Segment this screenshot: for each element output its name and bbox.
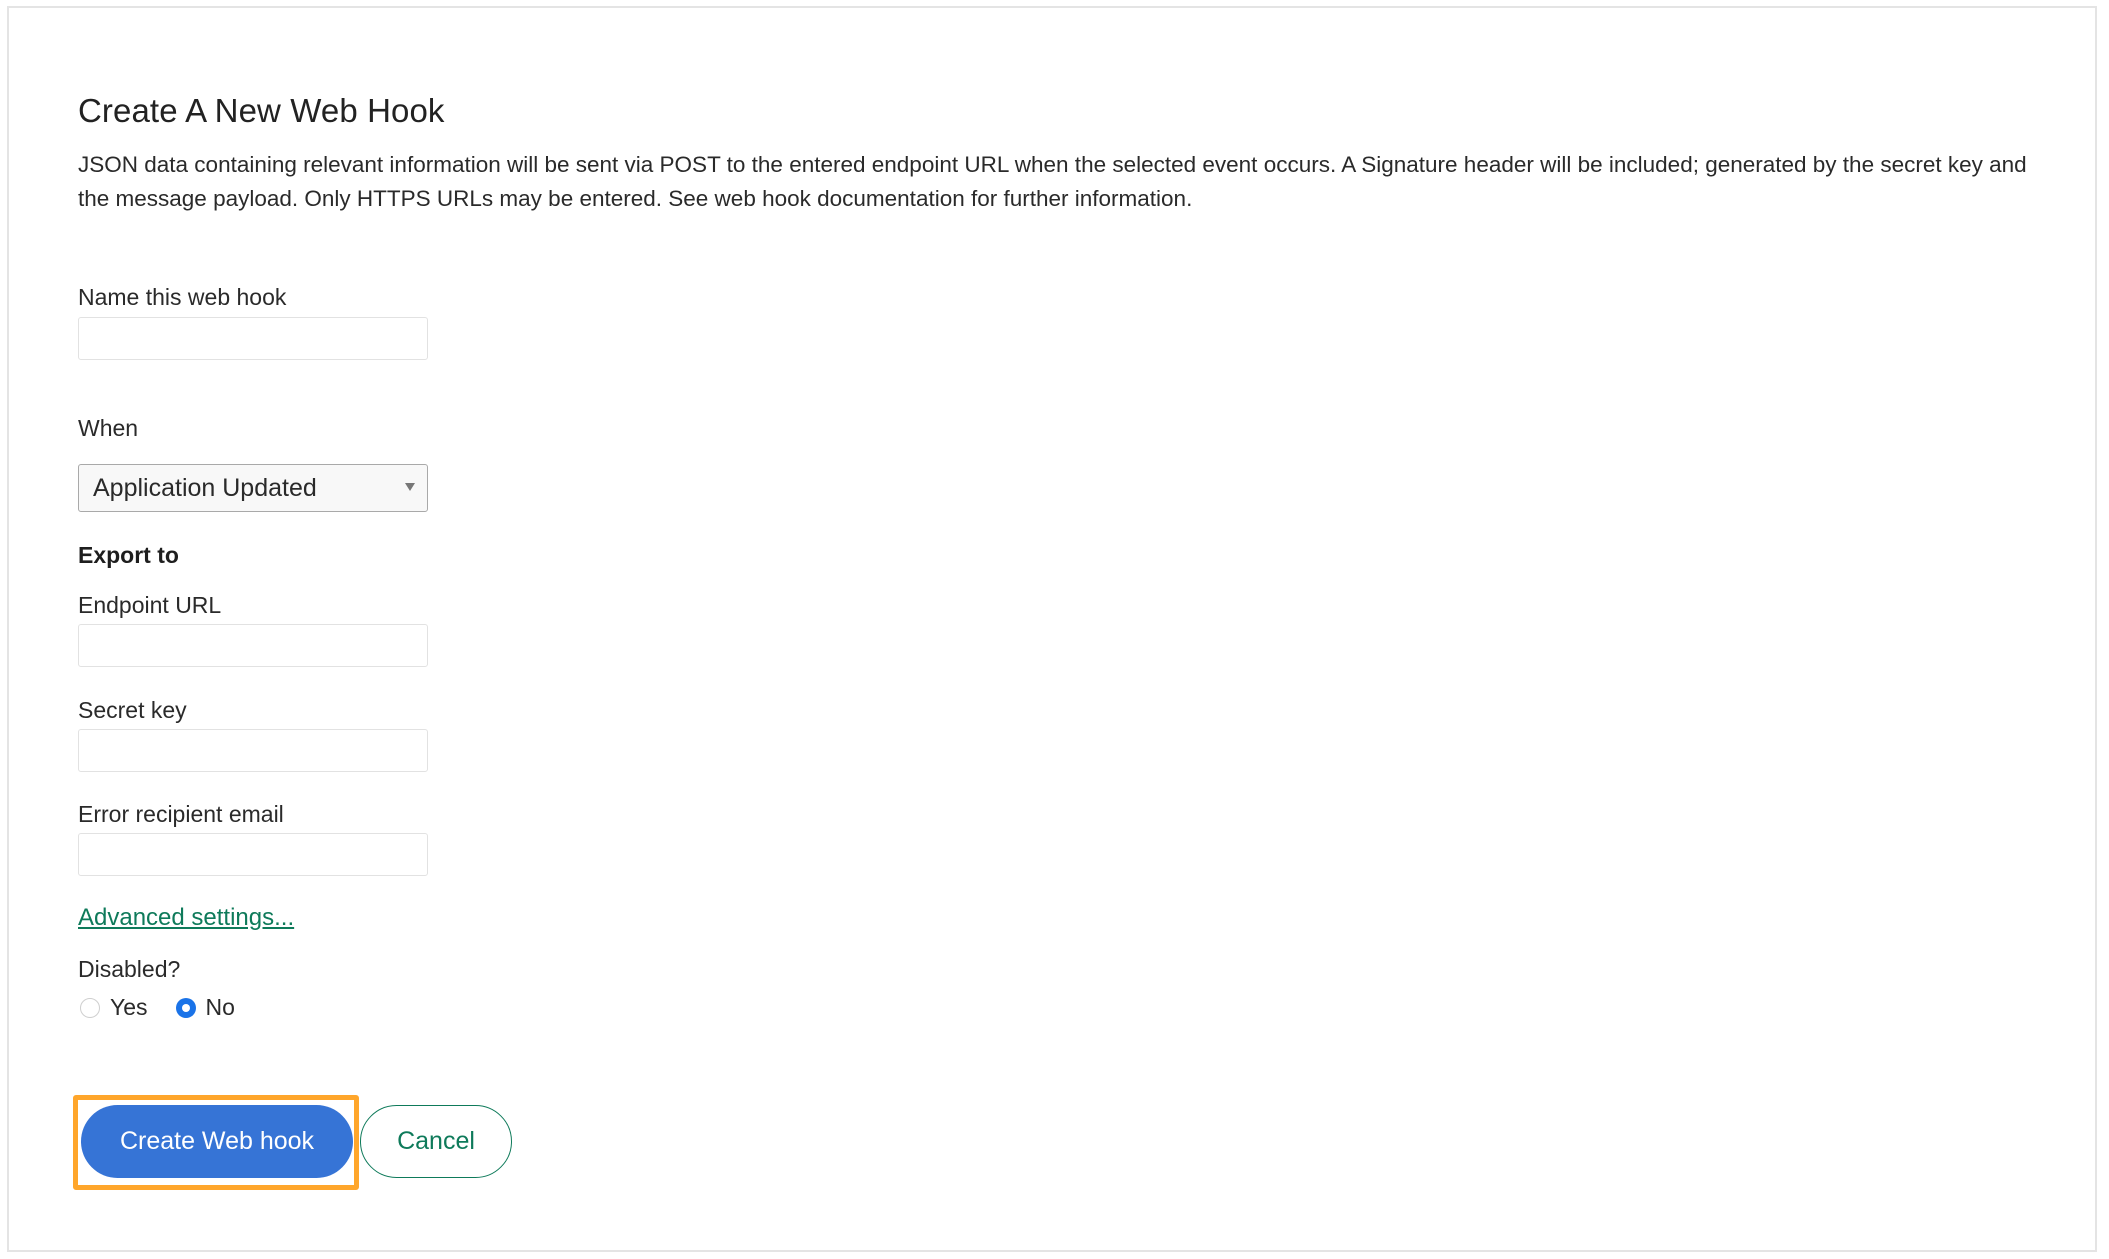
page-title: Create A New Web Hook — [78, 92, 445, 129]
advanced-settings-link[interactable]: Advanced settings... — [78, 904, 294, 932]
disabled-label: Disabled? — [78, 956, 181, 982]
cancel-button[interactable]: Cancel — [360, 1105, 512, 1178]
endpoint-url-input[interactable] — [78, 624, 428, 667]
page-description: JSON data containing relevant informatio… — [78, 152, 2027, 211]
when-select-value: Application Updated — [93, 473, 317, 502]
disabled-radio-group: Yes No — [80, 994, 263, 1021]
chevron-down-icon — [405, 483, 415, 491]
when-select[interactable]: Application Updated — [78, 464, 428, 512]
disabled-no-option[interactable]: No — [175, 994, 235, 1021]
radio-no-label: No — [205, 994, 235, 1020]
secret-key-input[interactable] — [78, 729, 428, 772]
radio-yes[interactable] — [80, 997, 100, 1018]
disabled-yes-option[interactable]: Yes — [80, 994, 148, 1021]
radio-no[interactable] — [175, 997, 196, 1018]
name-label: Name this web hook — [78, 284, 287, 310]
endpoint-url-label: Endpoint URL — [78, 592, 222, 618]
error-email-label: Error recipient email — [78, 801, 284, 827]
radio-yes-label: Yes — [110, 994, 148, 1020]
export-to-heading: Export to — [78, 542, 179, 568]
when-label: When — [78, 415, 139, 441]
error-email-input[interactable] — [78, 833, 428, 876]
name-input[interactable] — [78, 317, 428, 360]
secret-key-label: Secret key — [78, 697, 187, 723]
create-web-hook-button[interactable]: Create Web hook — [81, 1105, 353, 1178]
